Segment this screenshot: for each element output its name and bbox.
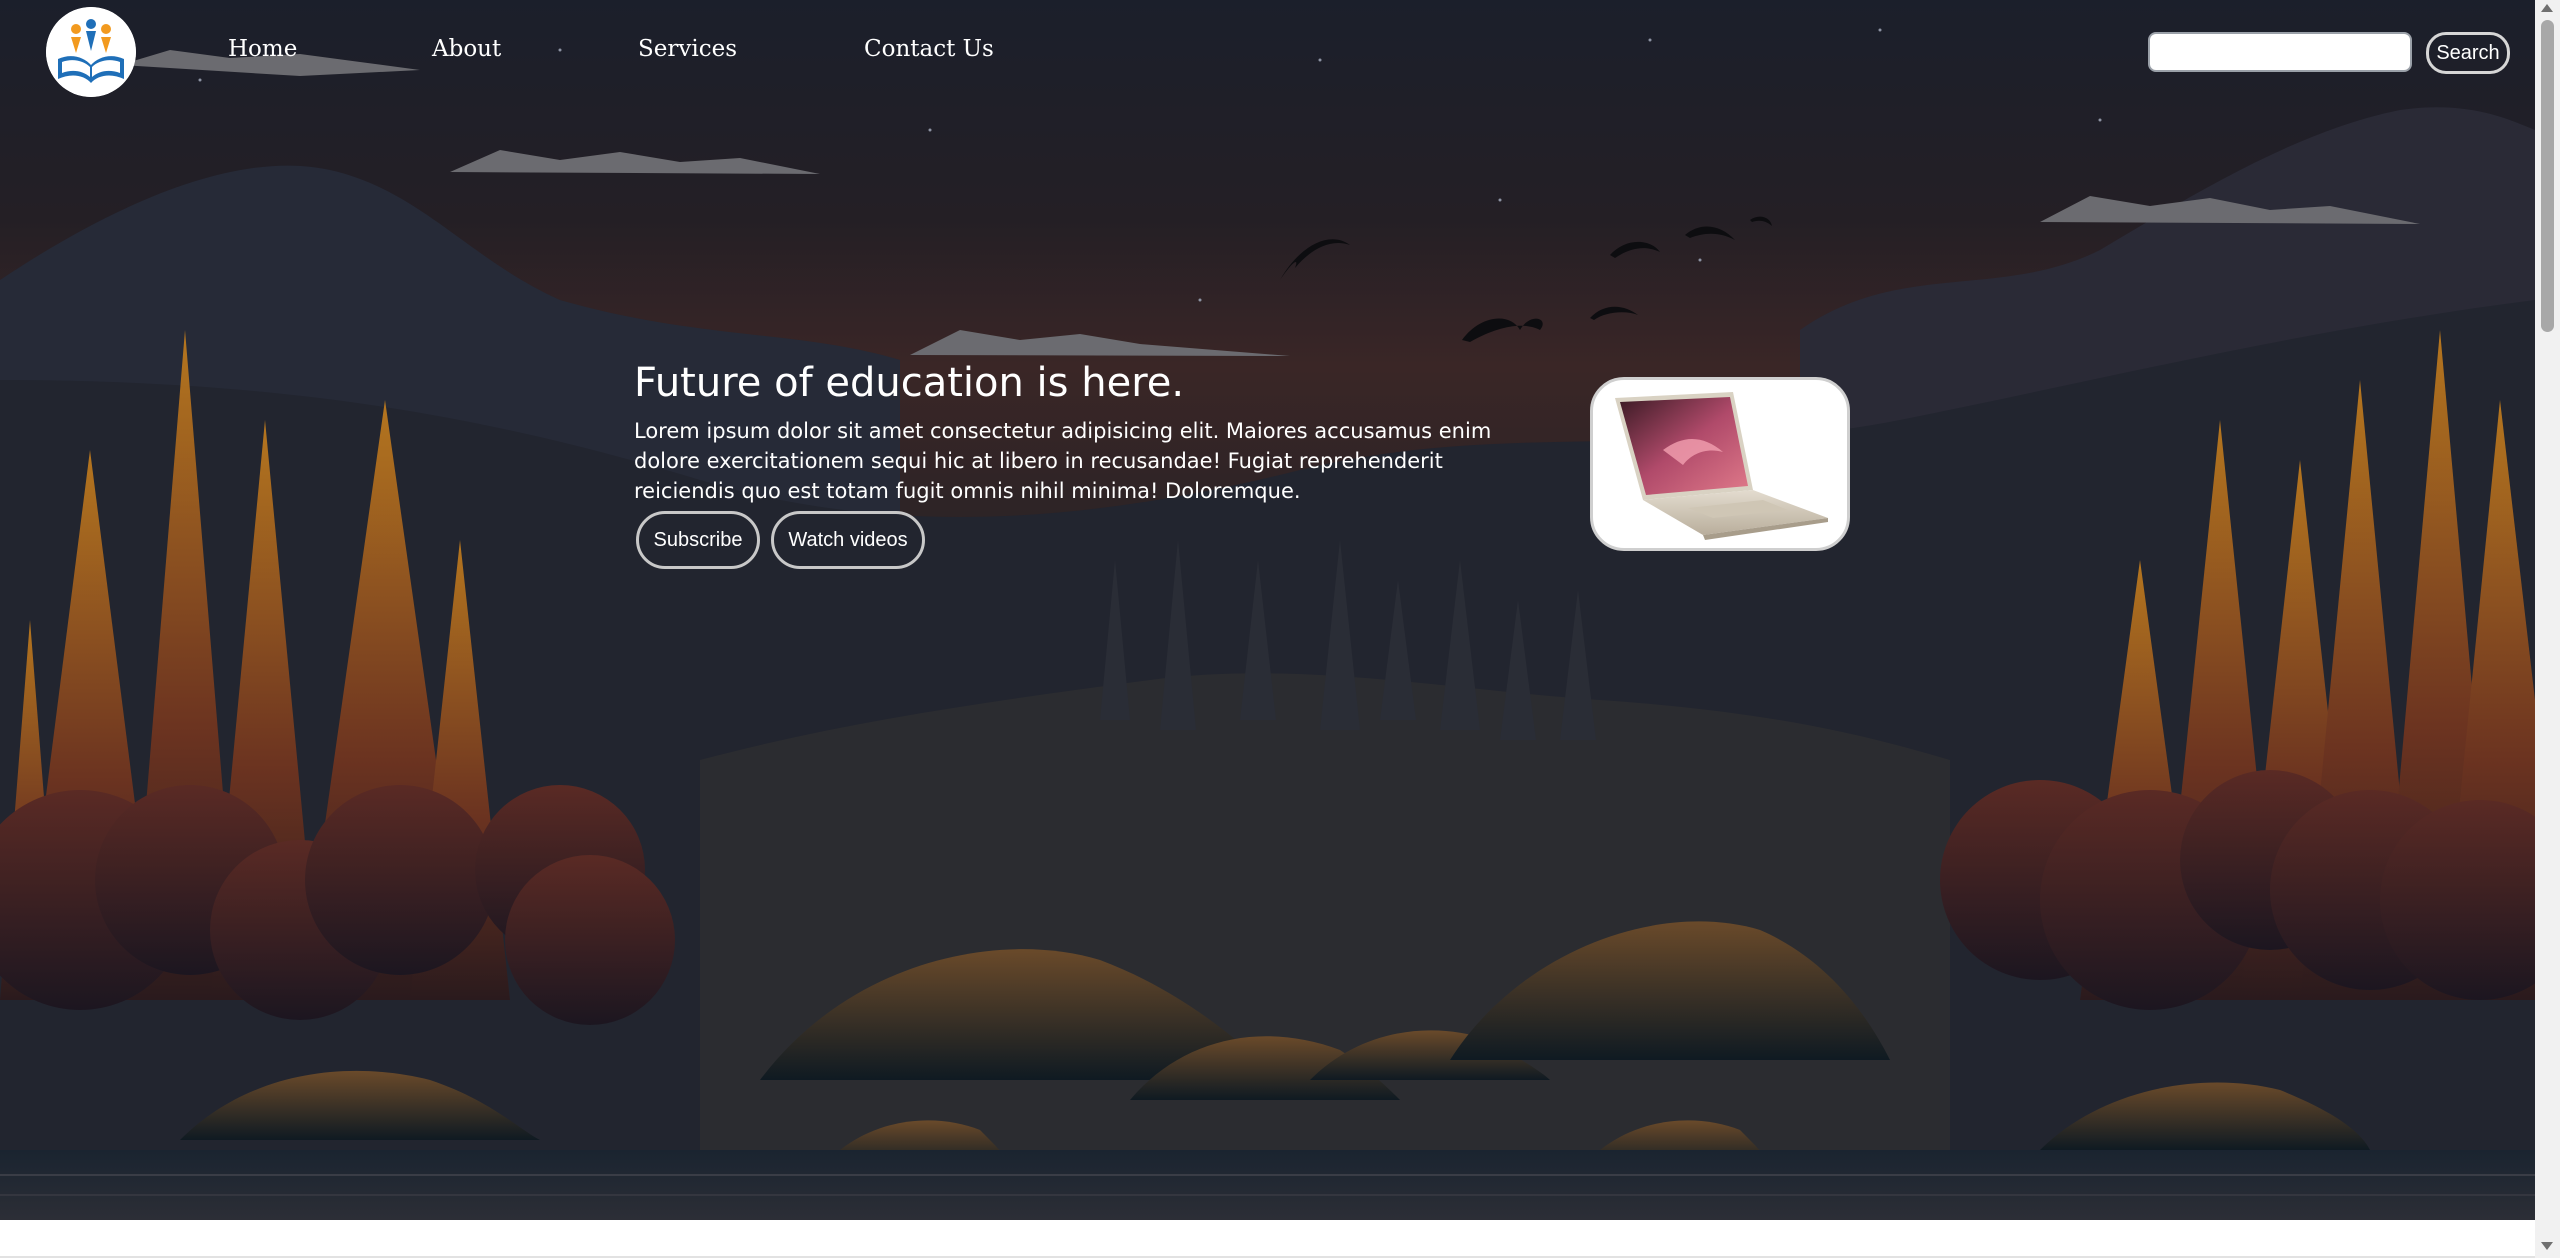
hero-description: Lorem ipsum dolor sit amet consectetur a… (634, 419, 1492, 503)
vertical-scrollbar[interactable] (2535, 0, 2560, 1258)
laptop-image-card (1590, 377, 1850, 551)
nav-contact-link[interactable]: Contact Us (864, 36, 994, 62)
scroll-down-arrow-icon[interactable] (2541, 1242, 2553, 1250)
nav-home-link[interactable]: Home (228, 36, 297, 62)
nav-about-link[interactable]: About (432, 36, 501, 62)
top-navbar: Home About Services Contact Us Search (0, 0, 2535, 100)
watch-videos-button[interactable]: Watch videos (771, 511, 925, 569)
ground (0, 1150, 2535, 1220)
hero-heading: Future of education is here. (634, 360, 1185, 406)
search-button[interactable]: Search (2426, 32, 2510, 74)
birds (1280, 216, 1772, 342)
browser-viewport: Home About Services Contact Us Search Fu… (0, 0, 2560, 1258)
nav-services-link[interactable]: Services (638, 36, 737, 62)
subscribe-button[interactable]: Subscribe (636, 511, 760, 569)
hero-section: Home About Services Contact Us Search Fu… (0, 0, 2535, 1220)
scroll-up-arrow-icon[interactable] (2541, 4, 2553, 12)
search-input[interactable] (2148, 32, 2412, 72)
education-book-logo-icon[interactable] (46, 7, 136, 97)
scrollbar-thumb[interactable] (2541, 20, 2554, 332)
logo-graphic (46, 7, 136, 97)
laptop-icon (1615, 392, 1828, 540)
forest-mountain-background (0, 28, 2535, 1220)
